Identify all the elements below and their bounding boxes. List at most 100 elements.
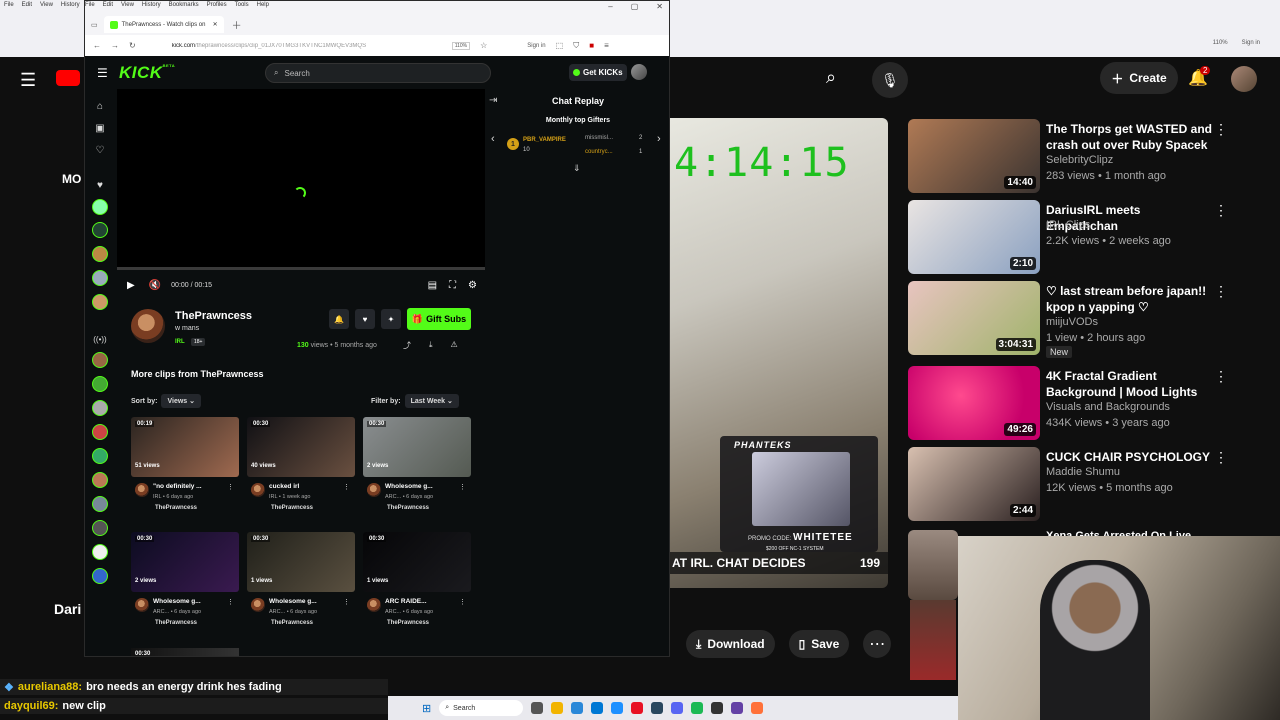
forward-icon[interactable]: →	[111, 41, 119, 50]
clip-title[interactable]: Wholesome g...	[269, 598, 343, 605]
clip-card-partial[interactable]: 00:30	[131, 648, 239, 656]
browser-sign-in[interactable]: Sign in	[527, 43, 545, 49]
clip-channel-name[interactable]: ThePrawncess	[387, 620, 429, 626]
more-vert-icon[interactable]: ⋮	[459, 483, 466, 491]
sidebar-channel-avatar[interactable]	[92, 520, 108, 536]
taskbar-app-icon[interactable]	[531, 702, 544, 714]
clip-channel-name[interactable]: ThePrawncess	[155, 505, 197, 511]
recommendation-channel[interactable]: miijuVODs	[1046, 316, 1098, 328]
sidebar-channel-avatar[interactable]	[92, 448, 108, 464]
more-vert-icon[interactable]: ⋮	[343, 598, 350, 606]
maximize-icon[interactable]: ▢	[631, 2, 639, 11]
sidebar-channel-avatar[interactable]	[92, 199, 108, 215]
kick-search-input[interactable]: ⌕ Search	[265, 63, 491, 83]
recommendation-channel[interactable]: Visuals and Backgrounds	[1046, 401, 1170, 413]
clip-card[interactable]: 00:19 51 views "no definitely ... IRL • …	[131, 417, 239, 517]
close-icon[interactable]: ✕	[656, 2, 663, 11]
more-vert-icon[interactable]: ⋮	[1214, 202, 1228, 219]
clip-channel-avatar[interactable]	[135, 483, 149, 497]
settings-gear-icon[interactable]: ⚙	[468, 280, 477, 291]
recommendation-item[interactable]: 2:10 DariusIRL meets Empathchan IRL Clip…	[908, 200, 1238, 276]
sidebar-channel-avatar[interactable]	[92, 400, 108, 416]
menu-bookmarks[interactable]: Bookmarks	[169, 2, 199, 8]
clip-title[interactable]: Wholesome g...	[385, 483, 459, 490]
youtube-logo[interactable]	[56, 70, 80, 86]
more-actions-button[interactable]: ⋯	[863, 630, 892, 658]
clip-card[interactable]: 00:30 1 views ARC RAIDE... ARC... • 6 da…	[363, 532, 471, 632]
category-link[interactable]: IRL	[175, 339, 185, 345]
gifter-name[interactable]: missmisl...	[585, 135, 613, 141]
sidebar-channel-avatar[interactable]	[92, 222, 108, 238]
clip-video-player[interactable]	[117, 89, 485, 267]
user-avatar[interactable]	[631, 64, 647, 80]
gift-subs-button[interactable]: 🎁 Gift Subs	[407, 308, 471, 330]
shield-icon[interactable]: ⛉	[573, 41, 579, 51]
theater-mode-icon[interactable]: ▤	[428, 280, 437, 291]
yt-sign-in[interactable]: Sign in	[1242, 40, 1260, 46]
follow-heart-button[interactable]: ♥	[355, 309, 375, 329]
filter-dropdown[interactable]: Last Week ⌄	[404, 394, 459, 408]
menu-tools[interactable]: Tools	[235, 2, 249, 8]
taskbar-app-icon[interactable]	[591, 702, 604, 714]
sort-dropdown[interactable]: Views ⌄	[161, 394, 201, 408]
more-vert-icon[interactable]: ⋮	[1214, 121, 1228, 138]
clip-title[interactable]: Wholesome g...	[153, 598, 227, 605]
gifter-name[interactable]: PBR_VAMPIRE	[523, 137, 566, 143]
clip-channel-name[interactable]: ThePrawncess	[155, 620, 197, 626]
recommendation-item[interactable]: 3:04:31 ♡ last stream before japan!! kpo…	[908, 281, 1238, 358]
extension-icon[interactable]: ⬚	[556, 41, 564, 50]
taskbar-app-icon[interactable]	[691, 702, 704, 714]
taskbar-app-icon[interactable]	[651, 702, 664, 714]
more-vert-icon[interactable]: ⋮	[227, 598, 234, 606]
back-icon[interactable]: ←	[93, 41, 101, 50]
zoom-indicator[interactable]: 110%	[451, 41, 471, 50]
home-icon[interactable]: ⌂	[93, 99, 107, 113]
chat-collapse-icon[interactable]: ⇥	[489, 95, 497, 106]
taskbar-app-icon[interactable]	[711, 702, 724, 714]
clip-channel-avatar[interactable]	[251, 598, 265, 612]
menu-profiles[interactable]: Profiles	[207, 2, 227, 8]
menu-edit[interactable]: Edit	[103, 2, 113, 8]
recommendation-item[interactable]: 14:40 The Thorps get WASTED and crash ou…	[908, 119, 1238, 195]
youtube-mic-button[interactable]: 🎙	[872, 62, 908, 98]
menu-file[interactable]: File	[85, 2, 95, 8]
extension-icon[interactable]: ■	[589, 41, 594, 50]
download-button[interactable]: ⤓ Download	[686, 630, 775, 658]
yt-menu-view[interactable]: View	[40, 2, 53, 8]
chevron-down-icon[interactable]: ⇓	[573, 163, 581, 174]
taskbar-app-icon[interactable]	[631, 702, 644, 714]
clip-channel-avatar[interactable]	[367, 483, 381, 497]
yt-menu-edit[interactable]: Edit	[22, 2, 32, 8]
gifter-name[interactable]: countryc...	[585, 149, 613, 155]
play-icon[interactable]: ▶	[127, 280, 135, 291]
recommendation-thumbnail[interactable]: 2:10	[908, 200, 1040, 274]
clip-card[interactable]: 00:30 2 views Wholesome g... ARC... • 6 …	[363, 417, 471, 517]
recommendation-thumbnail[interactable]: 49:26	[908, 366, 1040, 440]
clip-card[interactable]: 00:30 40 views cucked irl IRL • 1 week a…	[247, 417, 355, 517]
recommendation-title[interactable]: 4K Fractal Gradient Background | Mood Li…	[1046, 368, 1214, 400]
clip-title[interactable]: cucked irl	[269, 483, 343, 490]
tab-list-icon[interactable]: ▭	[85, 21, 104, 29]
browse-icon[interactable]: ▣	[93, 121, 107, 135]
mute-icon[interactable]: 🔇	[149, 280, 161, 291]
sidebar-channel-avatar[interactable]	[92, 246, 108, 262]
sidebar-channel-avatar[interactable]	[92, 376, 108, 392]
sidebar-channel-avatar[interactable]	[92, 568, 108, 584]
taskbar-app-icon[interactable]	[671, 702, 684, 714]
taskbar-app-icon[interactable]	[571, 702, 584, 714]
recommendation-item[interactable]: 49:26 4K Fractal Gradient Background | M…	[908, 366, 1238, 442]
recommendation-item[interactable]: 2:44 CUCK CHAIR PSYCHOLOGY Maddie Shumu …	[908, 447, 1238, 523]
recommendation-thumbnail[interactable]: 2:44	[908, 447, 1040, 521]
youtube-create-button[interactable]: ＋ Create	[1100, 62, 1178, 94]
sidebar-channel-avatar[interactable]	[92, 270, 108, 286]
yt-menu-file[interactable]: File	[4, 2, 14, 8]
clip-title[interactable]: "no definitely ...	[153, 483, 227, 490]
youtube-menu-icon[interactable]: ☰	[20, 70, 36, 91]
recommendation-channel[interactable]: SelebrityClipz	[1046, 154, 1113, 166]
kick-logo[interactable]: KICKBETA	[119, 63, 175, 83]
more-vert-icon[interactable]: ⋮	[459, 598, 466, 606]
yt-zoom-label[interactable]: 110%	[1213, 40, 1228, 46]
clip-channel-avatar[interactable]	[251, 483, 265, 497]
taskbar-app-icon[interactable]	[611, 702, 624, 714]
windows-start-icon[interactable]: ⊞	[422, 702, 431, 715]
